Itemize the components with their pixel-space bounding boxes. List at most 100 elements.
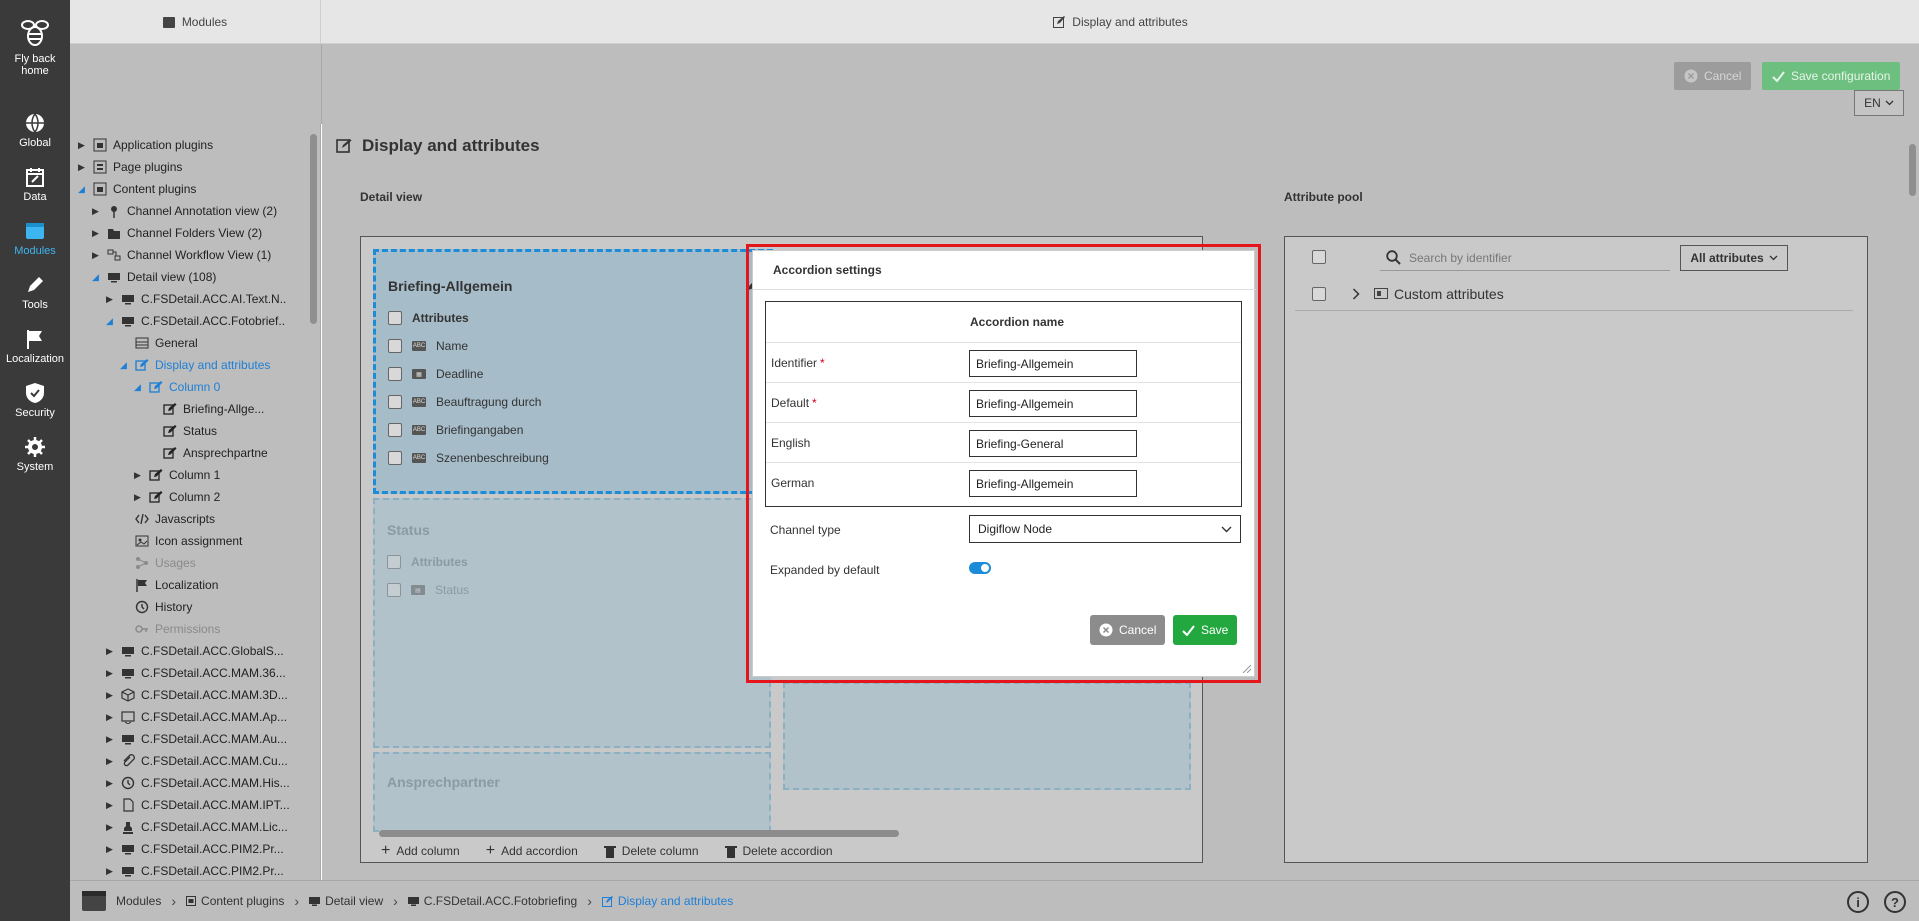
column-1-dropzone[interactable]	[783, 682, 1191, 790]
main-scrollbar[interactable]	[1909, 144, 1916, 196]
breadcrumb-fotobriefing[interactable]: C.FSDetail.ACC.Fotobriefing	[407, 894, 577, 908]
attribute-row[interactable]: ABC Name	[388, 336, 468, 356]
resize-handle-icon[interactable]	[1241, 663, 1251, 673]
select-all-checkbox[interactable]	[387, 555, 401, 569]
nav-fly-back-home[interactable]: Fly back home	[0, 16, 70, 77]
collapse-arrow-icon[interactable]: ◢	[106, 316, 120, 327]
nav-security[interactable]: Security	[0, 382, 70, 419]
select-all-pool-checkbox[interactable]	[1312, 250, 1326, 264]
expand-arrow-icon[interactable]: ▶	[106, 866, 120, 877]
nav-data[interactable]: Data	[0, 166, 70, 203]
tree-item[interactable]: ▶ C.FSDetail.ACC.MAM.3D...	[106, 684, 288, 706]
tree-item[interactable]: ◢ C.FSDetail.ACC.Fotobrief..	[106, 310, 285, 332]
channel-type-select[interactable]: Digiflow Node	[969, 515, 1241, 543]
attribute-filter-select[interactable]: All attributes	[1680, 245, 1788, 271]
attribute-row[interactable]: ABC Beauftragung durch	[388, 392, 541, 412]
tree-item[interactable]: Status	[148, 420, 217, 442]
expand-arrow-icon[interactable]: ▶	[92, 206, 106, 217]
tree-item[interactable]: ▶ C.FSDetail.ACC.MAM.Au...	[106, 728, 287, 750]
expand-arrow-icon[interactable]: ▶	[106, 668, 120, 679]
expand-arrow-icon[interactable]: ▶	[106, 712, 120, 723]
identifier-field[interactable]: Briefing-Allgemein	[969, 350, 1137, 377]
tree-item[interactable]: ◢ Content plugins	[78, 178, 196, 200]
attribute-checkbox[interactable]	[387, 583, 401, 597]
tree-item[interactable]: General	[120, 332, 198, 354]
nav-tools[interactable]: Tools	[0, 274, 70, 311]
help-icon[interactable]: ?	[1884, 891, 1906, 913]
tree-item[interactable]: ◢ Column 0	[134, 376, 220, 398]
expand-arrow-icon[interactable]: ▶	[106, 756, 120, 767]
search-input[interactable]: Search by identifier	[1380, 245, 1670, 271]
expand-arrow-icon[interactable]: ▶	[78, 162, 92, 173]
expand-arrow-icon[interactable]: ▶	[106, 844, 120, 855]
breadcrumb-detail-view[interactable]: Detail view	[309, 894, 383, 908]
english-name-field[interactable]: Briefing-General	[969, 430, 1137, 457]
collapse-arrow-icon[interactable]: ◢	[120, 360, 134, 371]
expanded-toggle[interactable]	[969, 562, 991, 574]
tree-item[interactable]: ▶ Channel Annotation view (2)	[92, 200, 277, 222]
tree-item[interactable]: Permissions	[120, 618, 220, 640]
attribute-checkbox[interactable]	[388, 451, 402, 465]
horizontal-scrollbar[interactable]	[375, 829, 1195, 837]
breadcrumb-modules[interactable]: Modules	[116, 894, 161, 908]
expand-arrow-icon[interactable]: ▶	[106, 734, 120, 745]
attribute-checkbox[interactable]	[388, 423, 402, 437]
expand-arrow-icon[interactable]: ▶	[134, 470, 148, 481]
tree-item[interactable]: ▶ C.FSDetail.ACC.MAM.IPT...	[106, 794, 290, 816]
tree-item[interactable]: ◢ Detail view (108)	[92, 266, 216, 288]
expand-arrow-icon[interactable]: ▶	[106, 646, 120, 657]
delete-accordion-button[interactable]: Delete accordion	[724, 844, 833, 858]
add-column-button[interactable]: + Add column	[381, 842, 460, 860]
attribute-row[interactable]: ABC Szenenbeschreibung	[388, 448, 549, 468]
expand-arrow-icon[interactable]: ▶	[106, 294, 120, 305]
tree-item[interactable]: ◢ Display and attributes	[120, 354, 270, 376]
tree-item[interactable]: History	[120, 596, 192, 618]
save-configuration-button[interactable]: Save configuration	[1762, 62, 1901, 90]
expand-arrow-icon[interactable]: ▶	[92, 228, 106, 239]
default-name-field[interactable]: Briefing-Allgemein	[969, 390, 1137, 417]
attribute-checkbox[interactable]	[388, 395, 402, 409]
attribute-row[interactable]: ▦ Deadline	[388, 364, 483, 384]
collapse-arrow-icon[interactable]: ◢	[134, 382, 148, 393]
group-checkbox[interactable]	[1312, 286, 1326, 301]
tree-item[interactable]: ▶ C.FSDetail.ACC.MAM.Ap...	[106, 706, 287, 728]
breadcrumb-display-attributes[interactable]: Display and attributes	[601, 894, 733, 908]
expand-arrow-icon[interactable]: ▶	[134, 492, 148, 503]
tree-item[interactable]: ▶ Application plugins	[78, 134, 213, 156]
tree-item[interactable]: Javascripts	[120, 508, 215, 530]
dialog-save-button[interactable]: Save	[1173, 615, 1238, 645]
german-name-field[interactable]: Briefing-Allgemein	[969, 470, 1137, 497]
expand-arrow-icon[interactable]: ▶	[106, 690, 120, 701]
info-icon[interactable]: i	[1847, 891, 1869, 913]
expand-arrow-icon[interactable]: ▶	[106, 778, 120, 789]
attribute-row[interactable]: ABC Briefingangaben	[388, 420, 523, 440]
scrollbar-thumb[interactable]	[379, 830, 899, 837]
tree-item[interactable]: ▶ Channel Folders View (2)	[92, 222, 262, 244]
chevron-right-icon[interactable]	[1352, 287, 1360, 300]
breadcrumb-content-plugins[interactable]: Content plugins	[186, 894, 284, 908]
tree-item[interactable]: ▶ Page plugins	[78, 156, 182, 178]
custom-attributes-group[interactable]: Custom attributes	[1295, 277, 1853, 311]
attribute-checkbox[interactable]	[388, 367, 402, 381]
tree-item[interactable]: ▶ Column 1	[134, 464, 220, 486]
tree-item[interactable]: Localization	[120, 574, 218, 596]
tree-item[interactable]: ▶ C.FSDetail.ACC.MAM.36...	[106, 662, 286, 684]
tree-scrollbar[interactable]	[310, 134, 317, 324]
tree-item[interactable]: Ansprechpartne	[148, 442, 268, 464]
accordion-status[interactable]: Status Attributes ▤ Status	[373, 498, 771, 748]
tree-item[interactable]: ▶ C.FSDetail.ACC.PIM2.Pr...	[106, 838, 284, 860]
nav-system[interactable]: System	[0, 436, 70, 473]
accordion-ansprechpartner[interactable]: Ansprechpartner	[373, 752, 771, 832]
expand-arrow-icon[interactable]: ▶	[92, 250, 106, 261]
delete-column-button[interactable]: Delete column	[603, 844, 699, 858]
attribute-checkbox[interactable]	[388, 339, 402, 353]
select-all-checkbox[interactable]	[388, 311, 402, 325]
expand-arrow-icon[interactable]: ▶	[78, 140, 92, 151]
collapse-arrow-icon[interactable]: ◢	[78, 184, 92, 195]
tree-item[interactable]: ▶ C.FSDetail.ACC.MAM.Lic...	[106, 816, 288, 838]
attribute-row[interactable]: ▤ Status	[387, 580, 469, 600]
nav-localization[interactable]: Localization	[0, 328, 70, 365]
add-accordion-button[interactable]: + Add accordion	[486, 842, 578, 860]
tree-item[interactable]: Icon assignment	[120, 530, 242, 552]
nav-global[interactable]: Global	[0, 112, 70, 149]
